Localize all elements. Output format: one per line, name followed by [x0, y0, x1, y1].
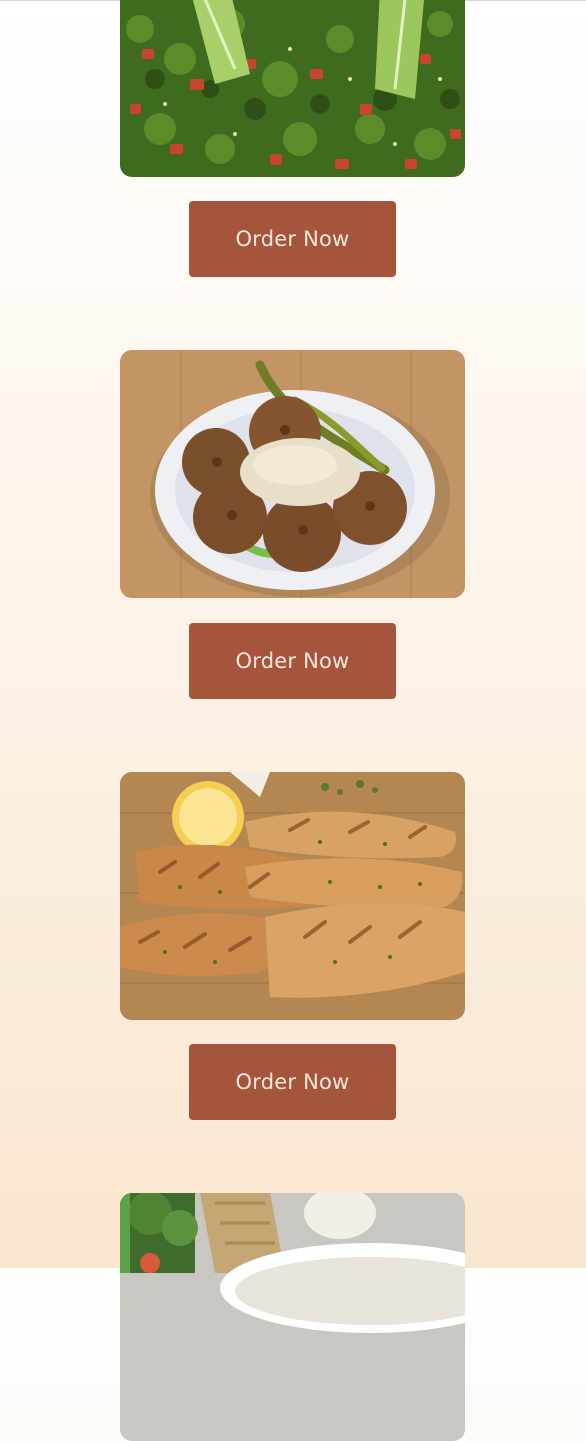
order-now-label: Order Now	[235, 227, 350, 251]
grilled-chicken-photo-icon	[120, 772, 465, 1020]
tabbouleh-image[interactable]	[120, 0, 465, 177]
order-now-label: Order Now	[235, 649, 350, 673]
falafel-photo-icon	[120, 350, 465, 598]
order-now-button-falafel[interactable]: Order Now	[189, 623, 396, 699]
order-now-button-tabbouleh[interactable]: Order Now	[189, 201, 396, 277]
grilled-chicken-image[interactable]	[120, 772, 465, 1020]
order-now-button-grilled-chicken[interactable]: Order Now	[189, 1044, 396, 1120]
soup-image[interactable]	[120, 1193, 465, 1441]
order-now-label: Order Now	[235, 1070, 350, 1094]
soup-photo-icon	[120, 1193, 465, 1441]
tabbouleh-photo-icon	[120, 0, 465, 177]
falafel-image[interactable]	[120, 350, 465, 598]
